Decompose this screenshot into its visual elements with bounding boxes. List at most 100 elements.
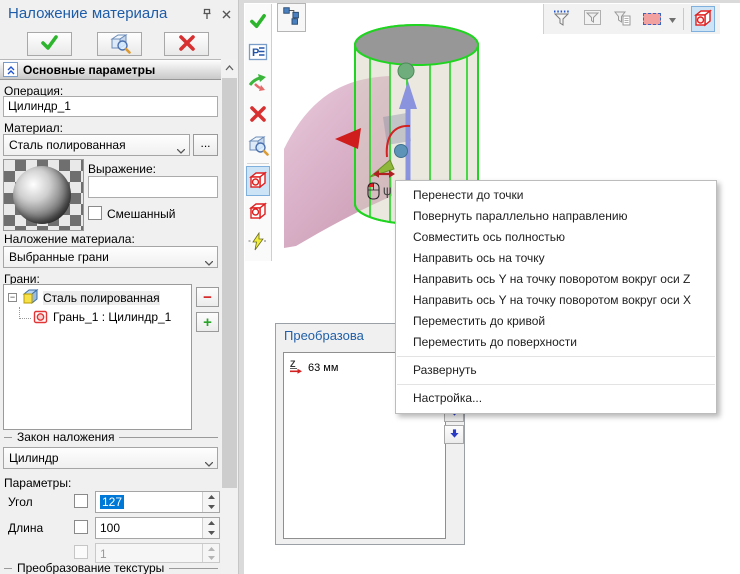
transform-panel-title: Преобразова (284, 328, 364, 343)
filter-icon (553, 10, 570, 29)
close-icon[interactable] (219, 7, 233, 21)
angle-spinner[interactable]: 127 (95, 491, 220, 513)
dropdown-arrow-icon[interactable] (669, 12, 676, 26)
confirm-check-icon (249, 13, 267, 32)
chevron-down-icon (177, 143, 185, 157)
add-face-button[interactable]: + (196, 312, 219, 332)
menu-item-expand[interactable]: Развернуть (396, 360, 716, 381)
filter-box-button[interactable] (580, 6, 604, 32)
move-down-button[interactable] (444, 425, 464, 444)
transform-item-text: 63 мм (308, 362, 338, 374)
selection-color-button[interactable] (642, 6, 662, 32)
preview-button[interactable] (246, 131, 270, 161)
structure-cubes-icon (281, 5, 303, 30)
panel-scrollbar[interactable] (221, 59, 238, 574)
law-dropdown[interactable]: Цилиндр (3, 447, 218, 469)
properties-icon: P (248, 42, 268, 65)
material-browse-button[interactable]: ... (193, 134, 218, 156)
mouse-hint-icon (368, 183, 379, 199)
autoupdate-button[interactable] (246, 228, 270, 258)
material-face-mode-button[interactable] (246, 166, 270, 196)
material-preview-thumbnail (3, 159, 84, 231)
swap-direction-button[interactable] (246, 69, 270, 99)
tree-expander-icon[interactable]: − (8, 293, 17, 302)
menu-separator (397, 356, 715, 357)
length-value[interactable]: 100 (100, 521, 120, 535)
third-param-value: 1 (100, 547, 107, 561)
overlay-mode-label: Наложение материала: (4, 232, 135, 246)
overlay-mode-dropdown[interactable]: Выбранные грани (3, 246, 218, 268)
geometry-hint-glyph: ψ (383, 184, 392, 199)
scroll-up-icon[interactable] (221, 59, 238, 76)
filter-list-icon (614, 10, 632, 29)
mixed-checkbox-label: Смешанный (107, 207, 175, 221)
preview-magnifier-cube-icon (247, 134, 269, 159)
tree-item-label[interactable]: Грань_1 : Цилиндр_1 (53, 310, 171, 324)
tree-row-material[interactable]: − Сталь полированная (4, 288, 191, 307)
angle-label: Угол (8, 495, 33, 509)
cancel-button[interactable] (246, 100, 270, 130)
material-sphere-image (13, 166, 71, 224)
face-select-mode-button[interactable] (691, 6, 715, 32)
menu-item-rotate-parallel[interactable]: Повернуть параллельно направлению (396, 206, 716, 227)
resize-horizontal-cursor-icon (373, 170, 395, 178)
material-face-cube-icon (248, 170, 268, 193)
handle-sphere-center (395, 145, 408, 158)
remove-face-button[interactable]: − (196, 287, 219, 307)
menu-item-align-axis-full[interactable]: Совместить ось полностью (396, 227, 716, 248)
arrow-down-icon (449, 428, 460, 442)
expression-field[interactable] (88, 176, 218, 198)
menu-item-aim-y-around-x[interactable]: Направить ось Y на точку поворотом вокру… (396, 290, 716, 311)
tree-item-label[interactable]: Сталь полированная (43, 291, 160, 305)
material-overlay-panel: Наложение материала (0, 0, 238, 574)
ok-button[interactable] (27, 32, 72, 56)
section-header-label: Основные параметры (23, 63, 155, 77)
material-face-cube-icon (693, 8, 713, 31)
cancel-button[interactable] (164, 32, 209, 56)
viewport-left-toolbar: P (245, 4, 272, 261)
ok-button[interactable] (246, 7, 270, 37)
menu-item-settings[interactable]: Настройка... (396, 388, 716, 409)
material-body-mode-button[interactable] (246, 197, 270, 227)
structure-button[interactable] (277, 3, 306, 32)
filter-button[interactable] (549, 6, 573, 32)
operation-field[interactable]: Цилиндр_1 (3, 96, 218, 117)
angle-value[interactable]: 127 (100, 495, 124, 509)
scrollbar-thumb[interactable] (222, 78, 237, 488)
pin-icon[interactable] (200, 7, 214, 21)
law-group-header: Закон наложения (4, 430, 218, 444)
menu-item-move-to-point[interactable]: Перенести до точки (396, 185, 716, 206)
texture-group-header: Преобразование текстуры (4, 561, 218, 574)
collapse-chevrons-icon[interactable] (3, 62, 18, 77)
material-value: Сталь полированная (9, 138, 126, 152)
properties-button[interactable]: P (246, 38, 270, 68)
menu-item-move-to-curve[interactable]: Переместить до кривой (396, 311, 716, 332)
tree-row-face[interactable]: Грань_1 : Цилиндр_1 (4, 307, 191, 326)
menu-item-aim-y-around-z[interactable]: Направить ось Y на точку поворотом вокру… (396, 269, 716, 290)
third-param-spinner: 1 (95, 543, 220, 563)
filter-list-button[interactable] (611, 6, 635, 32)
spinner-arrows-icon (202, 544, 219, 562)
material-dropdown[interactable]: Сталь полированная (3, 134, 190, 156)
mixed-checkbox[interactable] (88, 206, 102, 220)
spinner-arrows-icon[interactable] (202, 518, 219, 538)
chevron-down-icon (205, 255, 213, 269)
menu-separator (397, 384, 715, 385)
mouse-cursor-overlay: ψ (366, 164, 402, 206)
length-checkbox[interactable] (74, 520, 88, 534)
material-label: Материал: (4, 121, 63, 135)
handle-sphere-top (398, 63, 414, 79)
preview-button[interactable] (97, 32, 142, 56)
menu-item-move-to-surface[interactable]: Переместить до поверхности (396, 332, 716, 353)
menu-item-aim-axis-at-point[interactable]: Направить ось на точку (396, 248, 716, 269)
length-spinner[interactable]: 100 (95, 517, 220, 539)
angle-checkbox[interactable] (74, 494, 88, 508)
overlay-mode-value: Выбранные грани (9, 250, 109, 264)
material-node-icon (21, 289, 39, 306)
length-label: Длина (8, 521, 43, 535)
spinner-arrows-icon[interactable] (202, 492, 219, 512)
faces-tree[interactable]: − Сталь полированная (3, 284, 192, 430)
section-header-main[interactable]: Основные параметры (0, 59, 221, 80)
tree-connector (19, 307, 31, 319)
expression-label: Выражение: (88, 162, 156, 176)
